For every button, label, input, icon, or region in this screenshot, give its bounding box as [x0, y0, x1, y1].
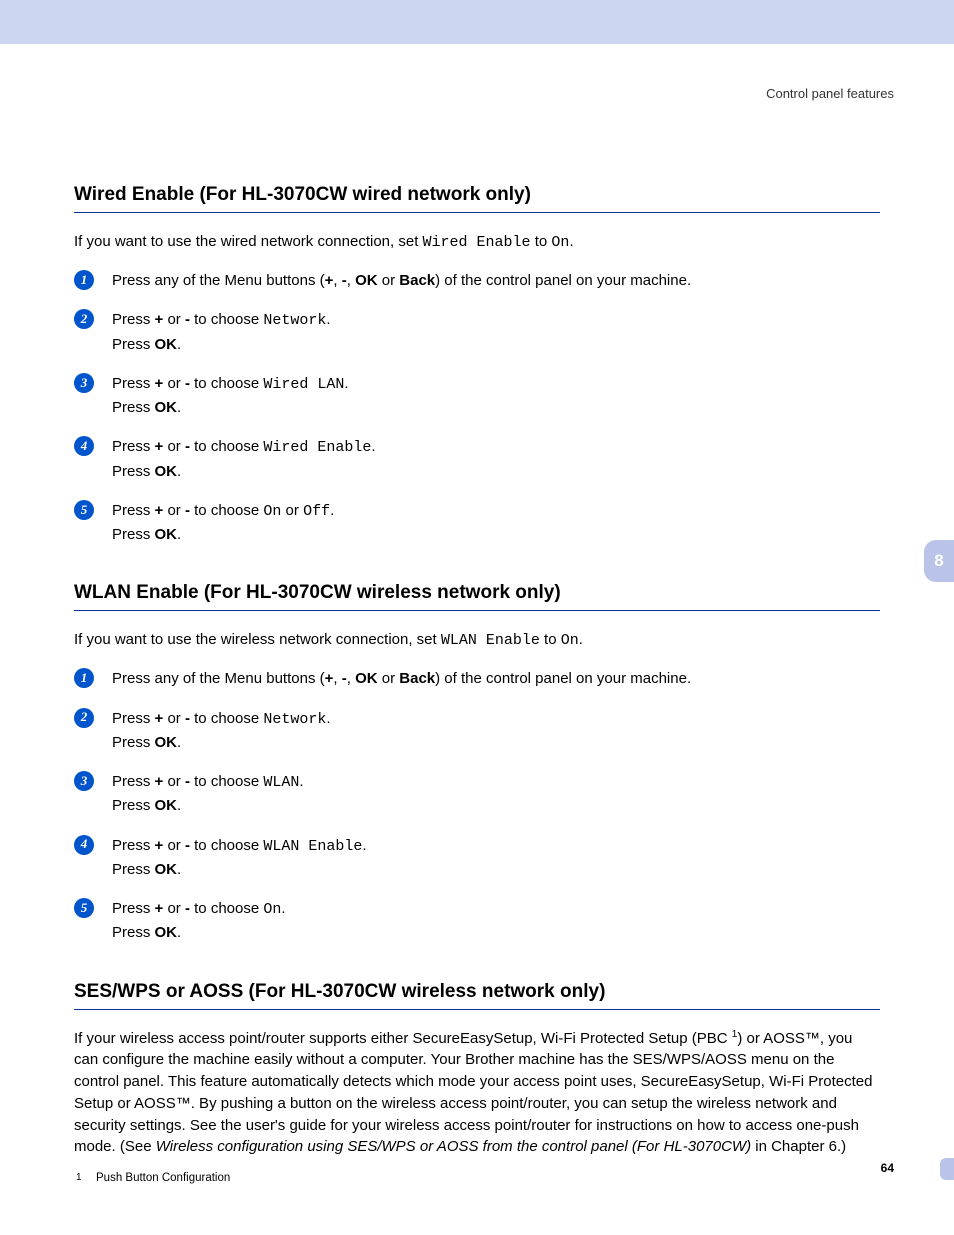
footnote: 1 Push Button Configuration	[74, 1172, 880, 1184]
step-text: Press any of the Menu buttons (+, -, OK …	[112, 670, 691, 687]
paragraph-ses: If your wireless access point/router sup…	[74, 1028, 880, 1159]
header-section-label: Control panel features	[766, 86, 894, 101]
step-text: Press + or - to choose Network.Press OK.	[112, 311, 331, 352]
step-number-icon: 4	[74, 436, 94, 456]
step-item: 4 Press + or - to choose WLAN Enable.Pres…	[74, 834, 880, 882]
intro-code: Wired Enable	[423, 234, 531, 251]
intro-wlan: If you want to use the wireless network …	[74, 629, 880, 651]
step-item: 2 Press + or - to choose Network.Press OK…	[74, 707, 880, 755]
section-title-wired-enable: Wired Enable (For HL-3070CW wired networ…	[74, 184, 880, 213]
step-item: 4 Press + or - to choose Wired Enable.Pre…	[74, 435, 880, 483]
step-item: 1 Press any of the Menu buttons (+, -, OK…	[74, 269, 880, 292]
step-item: 2 Press + or - to choose Network.Press OK…	[74, 308, 880, 356]
step-item: 5 Press + or - to choose On.Press OK.	[74, 897, 880, 945]
steps-list-wlan: 1 Press any of the Menu buttons (+, -, OK…	[74, 667, 880, 944]
intro-text: If you want to use the wired network con…	[74, 233, 423, 250]
step-number-icon: 3	[74, 771, 94, 791]
page-content: Wired Enable (For HL-3070CW wired networ…	[0, 184, 954, 1184]
intro-wired: If you want to use the wired network con…	[74, 231, 880, 253]
footnote-text: Push Button Configuration	[96, 1172, 230, 1184]
step-text: Press any of the Menu buttons (+, -, OK …	[112, 272, 691, 289]
step-number-icon: 2	[74, 708, 94, 728]
page-number: 64	[881, 1161, 894, 1175]
intro-text: to	[540, 631, 561, 648]
step-text: Press + or - to choose Wired Enable.Pres…	[112, 438, 376, 479]
steps-list-wired: 1 Press any of the Menu buttons (+, -, OK…	[74, 269, 880, 546]
step-text: Press + or - to choose WLAN Enable.Press…	[112, 837, 367, 878]
step-item: 1 Press any of the Menu buttons (+, -, OK…	[74, 667, 880, 690]
corner-tab	[940, 1158, 954, 1180]
section-title-wlan-enable: WLAN Enable (For HL-3070CW wireless netw…	[74, 582, 880, 611]
intro-text: .	[579, 631, 583, 648]
step-text: Press + or - to choose Network.Press OK.	[112, 710, 331, 751]
step-item: 5 Press + or - to choose On or Off.Press …	[74, 499, 880, 547]
step-text: Press + or - to choose WLAN.Press OK.	[112, 773, 304, 814]
chapter-tab: 8	[924, 540, 954, 582]
step-text: Press + or - to choose On.Press OK.	[112, 900, 286, 941]
footnote-number: 1	[76, 1172, 82, 1183]
intro-text: If you want to use the wireless network …	[74, 631, 441, 648]
step-number-icon: 1	[74, 270, 94, 290]
step-number-icon: 5	[74, 500, 94, 520]
step-number-icon: 1	[74, 668, 94, 688]
intro-code: WLAN Enable	[441, 632, 540, 649]
step-item: 3 Press + or - to choose WLAN.Press OK.	[74, 770, 880, 818]
intro-code: On	[551, 234, 569, 251]
intro-code: On	[561, 632, 579, 649]
step-number-icon: 2	[74, 309, 94, 329]
section-title-ses-wps-aoss: SES/WPS or AOSS (For HL-3070CW wireless …	[74, 981, 880, 1010]
step-number-icon: 3	[74, 373, 94, 393]
step-number-icon: 4	[74, 835, 94, 855]
step-item: 3 Press + or - to choose Wired LAN.Press …	[74, 372, 880, 420]
intro-text: to	[531, 233, 552, 250]
top-bar	[0, 0, 954, 44]
step-text: Press + or - to choose On or Off.Press O…	[112, 502, 334, 543]
step-text: Press + or - to choose Wired LAN.Press O…	[112, 375, 349, 416]
step-number-icon: 5	[74, 898, 94, 918]
intro-text: .	[569, 233, 573, 250]
